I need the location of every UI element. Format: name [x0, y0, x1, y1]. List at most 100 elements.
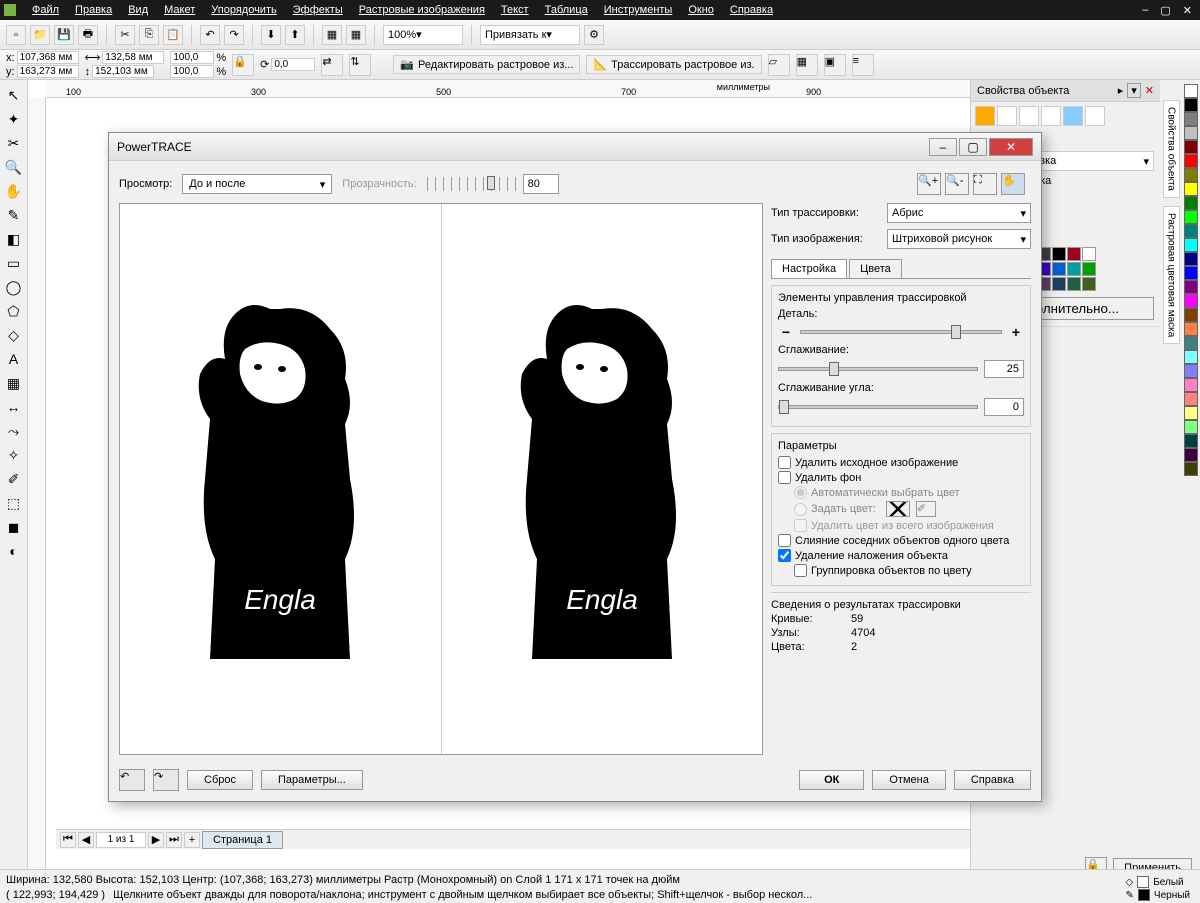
- reset-button[interactable]: Сброс: [187, 770, 253, 790]
- palette-swatch[interactable]: [1184, 420, 1198, 434]
- x-input[interactable]: [17, 51, 79, 64]
- palette-swatch[interactable]: [1184, 322, 1198, 336]
- close-icon[interactable]: ✕: [1179, 4, 1196, 17]
- cut-icon[interactable]: ✂: [115, 25, 135, 45]
- palette-swatch[interactable]: [1184, 168, 1198, 182]
- palette-swatch[interactable]: [1184, 266, 1198, 280]
- grid-swatch[interactable]: [1052, 262, 1066, 276]
- tab6-icon[interactable]: [1085, 106, 1105, 126]
- vtab-properties[interactable]: Свойства объекта: [1163, 100, 1180, 198]
- grid-swatch[interactable]: [1082, 262, 1096, 276]
- palette-swatch[interactable]: [1184, 196, 1198, 210]
- dimension-tool-icon[interactable]: ↔: [3, 396, 25, 418]
- palette-swatch[interactable]: [1184, 364, 1198, 378]
- import-icon[interactable]: ⬇: [261, 25, 281, 45]
- preview-after[interactable]: Engla: [442, 204, 763, 754]
- tab3-icon[interactable]: [1019, 106, 1039, 126]
- fill-tab-icon[interactable]: [975, 106, 995, 126]
- redo-trace-icon[interactable]: ↷: [153, 769, 179, 791]
- menu-layout[interactable]: Макет: [156, 4, 203, 16]
- menu-text[interactable]: Текст: [493, 4, 537, 16]
- ellipse-tool-icon[interactable]: ◯: [3, 276, 25, 298]
- palette-swatch[interactable]: [1184, 252, 1198, 266]
- zoom-combo[interactable]: 100%▾: [383, 25, 463, 45]
- mirror-h-icon[interactable]: ⇄: [321, 54, 343, 76]
- help-button[interactable]: Справка: [954, 770, 1031, 790]
- palette-swatch[interactable]: [1184, 126, 1198, 140]
- tab-settings[interactable]: Настройка: [771, 259, 847, 278]
- connector-tool-icon[interactable]: ⤳: [3, 420, 25, 442]
- rotation-input[interactable]: [271, 58, 315, 71]
- vtab-color-mask[interactable]: Растровая цветовая маска: [1163, 206, 1180, 344]
- zoom-tool-icon[interactable]: 🔍: [3, 156, 25, 178]
- grid-swatch[interactable]: [1052, 247, 1066, 261]
- smoothing-slider[interactable]: [778, 367, 978, 371]
- dialog-close-icon[interactable]: ✕: [989, 138, 1033, 156]
- export-icon[interactable]: ⬆: [285, 25, 305, 45]
- resample-icon[interactable]: ▦: [796, 54, 818, 76]
- edit-bitmap-button[interactable]: 📷 Редактировать растровое из...: [393, 55, 580, 74]
- docker-menu-icon[interactable]: ▾: [1127, 83, 1141, 98]
- palette-swatch[interactable]: [1184, 336, 1198, 350]
- crop-tool-icon[interactable]: ✂: [3, 132, 25, 154]
- scale-y-input[interactable]: [170, 65, 214, 78]
- image-type-combo[interactable]: Штриховой рисунок▾: [887, 229, 1031, 249]
- outline-swatch[interactable]: [1138, 889, 1150, 901]
- palette-swatch[interactable]: [1184, 280, 1198, 294]
- remove-overlap-checkbox[interactable]: [778, 549, 791, 562]
- maximize-icon[interactable]: ▢: [1156, 4, 1174, 17]
- paste-icon[interactable]: 📋: [163, 25, 183, 45]
- tab-colors[interactable]: Цвета: [849, 259, 902, 278]
- preview-mode-combo[interactable]: До и после▾: [182, 174, 332, 194]
- palette-swatch[interactable]: [1184, 434, 1198, 448]
- wrap-icon[interactable]: ▣: [824, 54, 846, 76]
- redo-icon[interactable]: ↷: [224, 25, 244, 45]
- preview-before[interactable]: Engla: [120, 204, 442, 754]
- height-input[interactable]: [92, 65, 154, 78]
- merge-adjacent-checkbox[interactable]: [778, 534, 791, 547]
- new-icon[interactable]: ▫: [6, 25, 26, 45]
- freehand-tool-icon[interactable]: ✎: [3, 204, 25, 226]
- first-page-icon[interactable]: ⏮: [60, 832, 76, 848]
- undo-icon[interactable]: ↶: [200, 25, 220, 45]
- copy-icon[interactable]: ⎘: [139, 25, 159, 45]
- palette-swatch[interactable]: [1184, 112, 1198, 126]
- delete-bg-checkbox[interactable]: [778, 471, 791, 484]
- fit-icon[interactable]: ⛶: [973, 173, 997, 195]
- palette-swatch[interactable]: [1184, 448, 1198, 462]
- palette-swatch[interactable]: [1184, 182, 1198, 196]
- prev-page-icon[interactable]: ◀: [78, 832, 94, 848]
- dialog-maximize-icon[interactable]: ▢: [959, 138, 987, 156]
- corner-slider[interactable]: [778, 405, 978, 409]
- transparency-slider[interactable]: [427, 177, 517, 191]
- mirror-v-icon[interactable]: ⇅: [349, 54, 371, 76]
- docker-close-icon[interactable]: ✕: [1145, 84, 1154, 97]
- align-icon[interactable]: ≡: [852, 54, 874, 76]
- palette-swatch[interactable]: [1184, 140, 1198, 154]
- lock-ratio-icon[interactable]: 🔒: [232, 54, 254, 76]
- palette-swatch[interactable]: [1184, 462, 1198, 476]
- next-page-icon[interactable]: ▶: [148, 832, 164, 848]
- menu-table[interactable]: Таблица: [537, 4, 596, 16]
- dialog-minimize-icon[interactable]: –: [929, 138, 957, 156]
- effects-tool-icon[interactable]: ✧: [3, 444, 25, 466]
- group-by-color-checkbox[interactable]: [794, 564, 807, 577]
- eyedropper-tool-icon[interactable]: ✐: [3, 468, 25, 490]
- palette-swatch[interactable]: [1184, 350, 1198, 364]
- detail-plus-icon[interactable]: +: [1008, 324, 1024, 340]
- corner-input[interactable]: [984, 398, 1024, 416]
- trace-type-combo[interactable]: Абрис▾: [887, 203, 1031, 223]
- app-launcher-icon[interactable]: ▦: [322, 25, 342, 45]
- last-page-icon[interactable]: ⏭: [166, 832, 182, 848]
- palette-swatch[interactable]: [1184, 224, 1198, 238]
- docker-collapse-icon[interactable]: ▸: [1118, 84, 1124, 97]
- menu-tools[interactable]: Инструменты: [596, 4, 681, 16]
- pick-tool-icon[interactable]: ↖: [3, 84, 25, 106]
- palette-swatch[interactable]: [1184, 392, 1198, 406]
- palette-swatch[interactable]: [1184, 84, 1198, 98]
- menu-effects[interactable]: Эффекты: [285, 4, 351, 16]
- palette-swatch[interactable]: [1184, 294, 1198, 308]
- interactive-fill-icon[interactable]: ◐: [3, 540, 25, 562]
- menu-view[interactable]: Вид: [120, 4, 156, 16]
- grid-swatch[interactable]: [1052, 277, 1066, 291]
